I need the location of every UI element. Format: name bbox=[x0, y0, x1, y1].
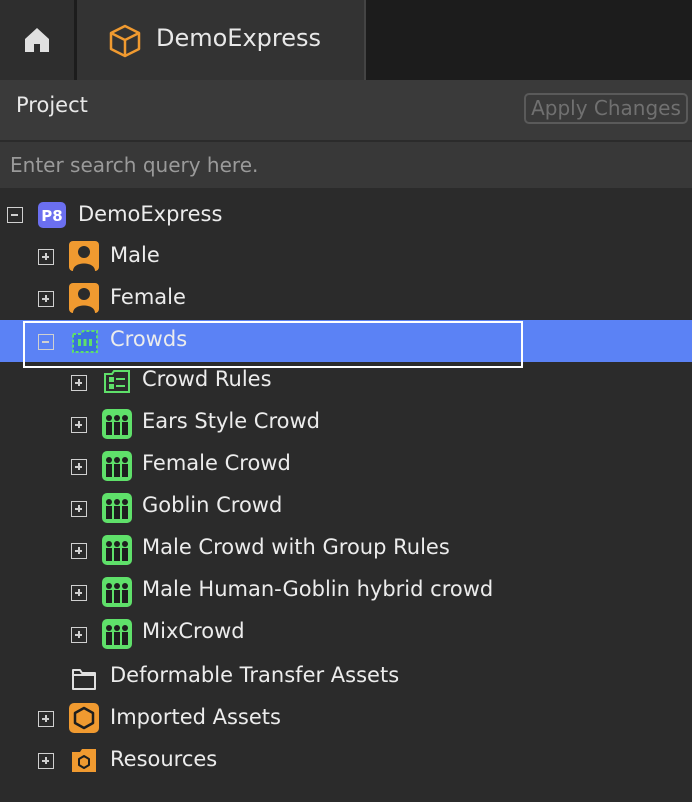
collapse-icon[interactable] bbox=[7, 207, 23, 223]
tree-label: Crowds bbox=[110, 327, 188, 351]
expand-icon[interactable] bbox=[38, 291, 54, 307]
home-tab[interactable] bbox=[0, 0, 74, 80]
home-icon bbox=[25, 28, 49, 52]
tree-label: Female Crowd bbox=[142, 451, 291, 475]
expand-icon[interactable] bbox=[38, 249, 54, 265]
tree-row-mixcrowd[interactable]: MixCrowd bbox=[0, 614, 692, 656]
expand-icon[interactable] bbox=[71, 459, 87, 475]
tree-row-female[interactable]: Female bbox=[0, 278, 692, 320]
tree-label: Ears Style Crowd bbox=[142, 409, 320, 433]
tree-row-root[interactable]: P8 DemoExpress bbox=[0, 194, 692, 236]
tree-row-imported-assets[interactable]: Imported Assets bbox=[0, 698, 692, 740]
tree-label: Imported Assets bbox=[110, 705, 281, 729]
tree-row-crowd-rules[interactable]: Crowd Rules bbox=[0, 362, 692, 404]
search-input[interactable] bbox=[0, 142, 692, 188]
tree-label: Resources bbox=[110, 747, 218, 771]
tree-label: Male bbox=[110, 243, 160, 267]
panel-header: Project Apply Changes bbox=[0, 80, 692, 140]
resource-folder-icon bbox=[72, 749, 96, 772]
tree-row-female-crowd[interactable]: Female Crowd bbox=[0, 446, 692, 488]
expand-icon[interactable] bbox=[38, 753, 54, 769]
tree-label: Deformable Transfer Assets bbox=[110, 663, 400, 687]
tree-label: MixCrowd bbox=[142, 619, 245, 643]
tree-row-ears-style-crowd[interactable]: Ears Style Crowd bbox=[0, 404, 692, 446]
expand-icon[interactable] bbox=[71, 501, 87, 517]
tree-row-male[interactable]: Male bbox=[0, 236, 692, 278]
expand-icon[interactable] bbox=[71, 627, 87, 643]
tree-label: Crowd Rules bbox=[142, 367, 272, 391]
collapse-icon[interactable] bbox=[38, 334, 54, 350]
tree-row-male-crowd-group-rules[interactable]: Male Crowd with Group Rules bbox=[0, 530, 692, 572]
person-icon bbox=[69, 241, 99, 271]
person-icon bbox=[69, 283, 99, 313]
expand-icon[interactable] bbox=[71, 585, 87, 601]
project-badge-text: P8 bbox=[41, 207, 62, 225]
panel-title: Project bbox=[16, 93, 88, 117]
tree-row-deformable-transfer-assets[interactable]: Deformable Transfer Assets bbox=[0, 656, 692, 698]
tree-label: DemoExpress bbox=[78, 202, 223, 226]
cube-icon bbox=[109, 24, 141, 58]
tab-bar: DemoExpress bbox=[0, 0, 692, 80]
tab-demoexpress[interactable]: DemoExpress bbox=[77, 0, 366, 80]
crowd-icon bbox=[102, 451, 132, 481]
crowd-icon bbox=[102, 577, 132, 607]
expand-icon[interactable] bbox=[71, 417, 87, 433]
tree-row-male-human-goblin-hybrid[interactable]: Male Human-Goblin hybrid crowd bbox=[0, 572, 692, 614]
folder-icon bbox=[72, 669, 96, 690]
tab-title: DemoExpress bbox=[156, 24, 322, 52]
crowd-icon bbox=[102, 409, 132, 439]
crowd-icon bbox=[102, 535, 132, 565]
expand-icon[interactable] bbox=[71, 543, 87, 559]
expand-icon[interactable] bbox=[71, 375, 87, 391]
tree-label: Male Crowd with Group Rules bbox=[142, 535, 450, 559]
expand-icon[interactable] bbox=[38, 711, 54, 727]
tree-label: Male Human-Goblin hybrid crowd bbox=[142, 577, 494, 601]
tree-row-goblin-crowd[interactable]: Goblin Crowd bbox=[0, 488, 692, 530]
crowd-folder-icon bbox=[72, 330, 98, 353]
hexagon-icon bbox=[69, 703, 99, 733]
crowd-icon bbox=[102, 493, 132, 523]
tree-row-crowds[interactable]: Crowds bbox=[0, 320, 692, 362]
rules-icon bbox=[104, 370, 130, 393]
tree-label: Goblin Crowd bbox=[142, 493, 283, 517]
project-badge-icon: P8 bbox=[38, 202, 66, 228]
apply-changes-button[interactable]: Apply Changes bbox=[524, 93, 688, 124]
tree-row-resources[interactable]: Resources bbox=[0, 740, 692, 782]
tree-label: Female bbox=[110, 285, 186, 309]
crowd-icon bbox=[102, 619, 132, 649]
